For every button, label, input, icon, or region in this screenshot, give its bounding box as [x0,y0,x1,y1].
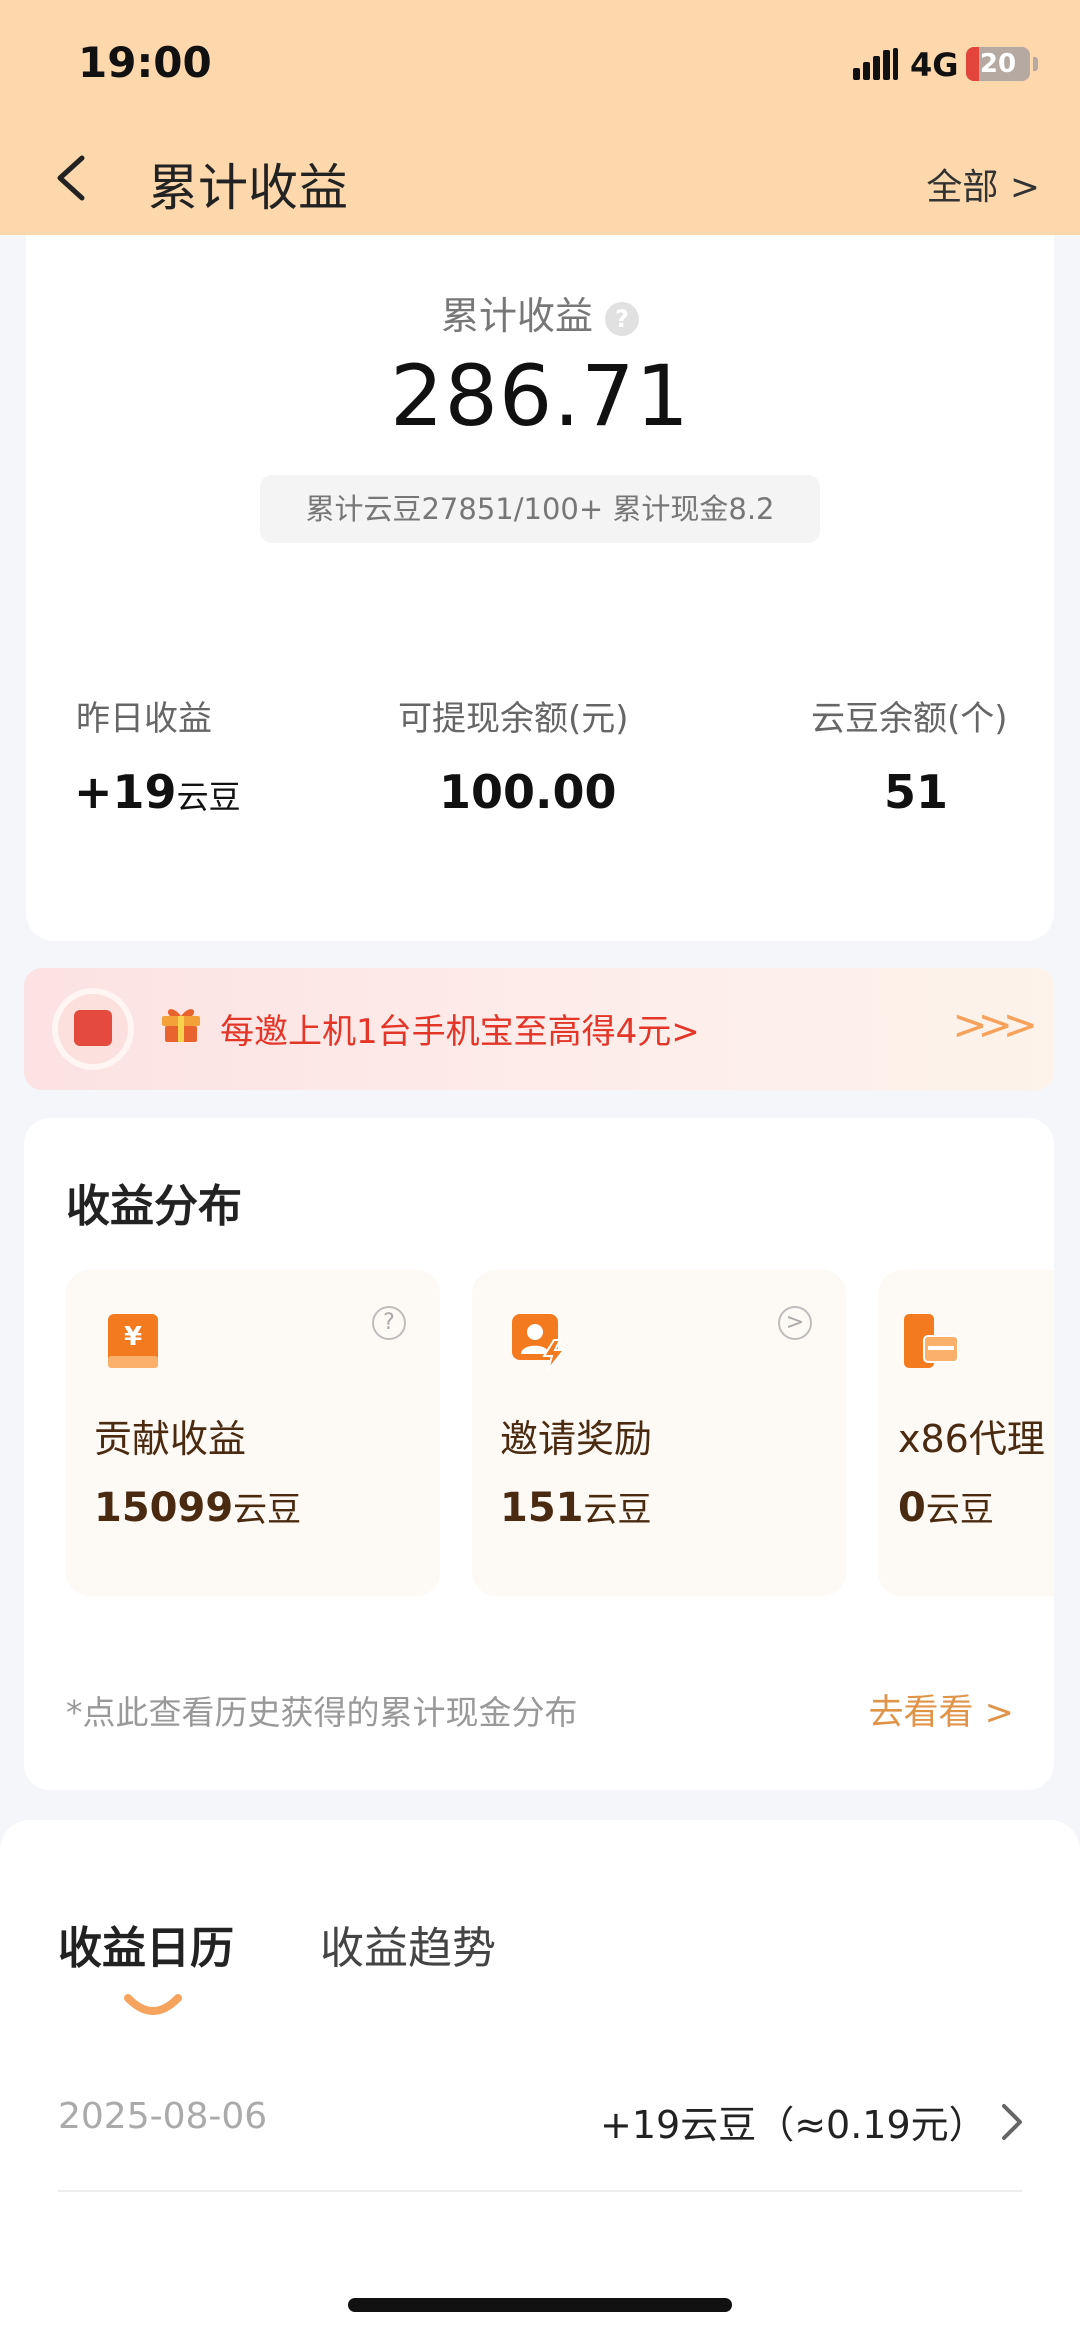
dist-item-name: 邀请奖励 [500,1417,653,1461]
history-cash-note[interactable]: *点此查看历史获得的累计现金分布 [66,1686,578,1734]
bean-balance-value: 51 [884,765,949,819]
dist-item-invite[interactable]: > 邀请奖励 151云豆 [472,1270,846,1596]
calendar-card: 收益日历 收益趋势 2025-08-06 +19云豆（≈0.19元） [0,1820,1080,2337]
total-label-row: 累计收益? [26,285,1054,340]
svg-text:¥: ¥ [124,1322,142,1352]
tab-earnings-calendar[interactable]: 收益日历 [58,1912,234,1976]
signal-icon [853,48,899,80]
dist-item-name: x86代理 [898,1417,1045,1461]
distribution-card: 收益分布 ¥ ? 贡献收益 15099云豆 > 邀请奖励 151云豆 x86代理… [24,1118,1054,1790]
chevron-right-icon[interactable] [996,2100,1026,2144]
divider [58,2190,1022,2192]
status-bar: 19:00 4G 20 [0,0,1080,130]
dist-item-name: 贡献收益 [94,1417,247,1461]
total-earnings-value: 286.71 [390,347,690,445]
device-card-icon [904,1314,959,1368]
battery-level: 20 [979,49,1017,79]
dist-item-value: 151云豆 [500,1485,652,1531]
page-title: 累计收益 [148,159,348,217]
home-indicator[interactable] [348,2298,732,2312]
dist-item-value: 0云豆 [898,1485,994,1531]
user-lightning-icon [512,1314,567,1371]
help-icon[interactable]: ? [605,301,639,336]
dist-item-contribution[interactable]: ¥ ? 贡献收益 15099云豆 [66,1270,440,1596]
active-tab-indicator [124,1994,182,2015]
gift-icon [162,1009,200,1042]
network-type: 4G [910,46,959,84]
banner-arrows-icon: >>> [952,1000,1038,1049]
status-time: 19:00 [78,38,212,87]
go-see-link[interactable]: 去看看 > [869,1684,1014,1735]
calendar-row-amount[interactable]: +19云豆（≈0.19元） [600,2094,987,2149]
yesterday-earnings-value: +19云豆 [74,765,241,819]
chevron-right-icon[interactable]: > [778,1306,812,1340]
total-breakdown: 累计云豆27851/100+ 累计现金8.2 [260,475,820,543]
withdrawable-value: 100.00 [439,765,617,819]
banner-text: 每邀上机1台手机宝至高得4元> [220,1012,700,1052]
summary-card: 累计收益? 286.71 累计云豆27851/100+ 累计现金8.2 昨日收益… [26,235,1054,941]
bean-balance-label: 云豆余额(个) [811,699,1008,739]
help-icon[interactable]: ? [372,1306,406,1340]
tab-earnings-trend[interactable]: 收益趋势 [320,1912,496,1976]
distribution-title: 收益分布 [66,1181,242,1232]
invite-banner[interactable]: 每邀上机1台手机宝至高得4元> >>> [24,968,1054,1090]
dist-item-value: 15099云豆 [94,1485,302,1531]
yesterday-earnings-label: 昨日收益 [76,699,212,739]
battery-icon: 20 [966,47,1030,81]
calendar-row-date: 2025-08-06 [58,2096,268,2137]
total-label: 累计收益 [440,294,593,338]
all-filter-link[interactable]: 全部 > [926,158,1040,210]
red-envelope-icon [52,988,134,1070]
dist-item-x86[interactable]: x86代理 0云豆 [878,1270,1054,1596]
withdrawable-label: 可提现余额(元) [398,699,629,739]
ledger-yen-icon: ¥ [108,1314,158,1368]
back-arrow-icon[interactable] [52,152,92,204]
